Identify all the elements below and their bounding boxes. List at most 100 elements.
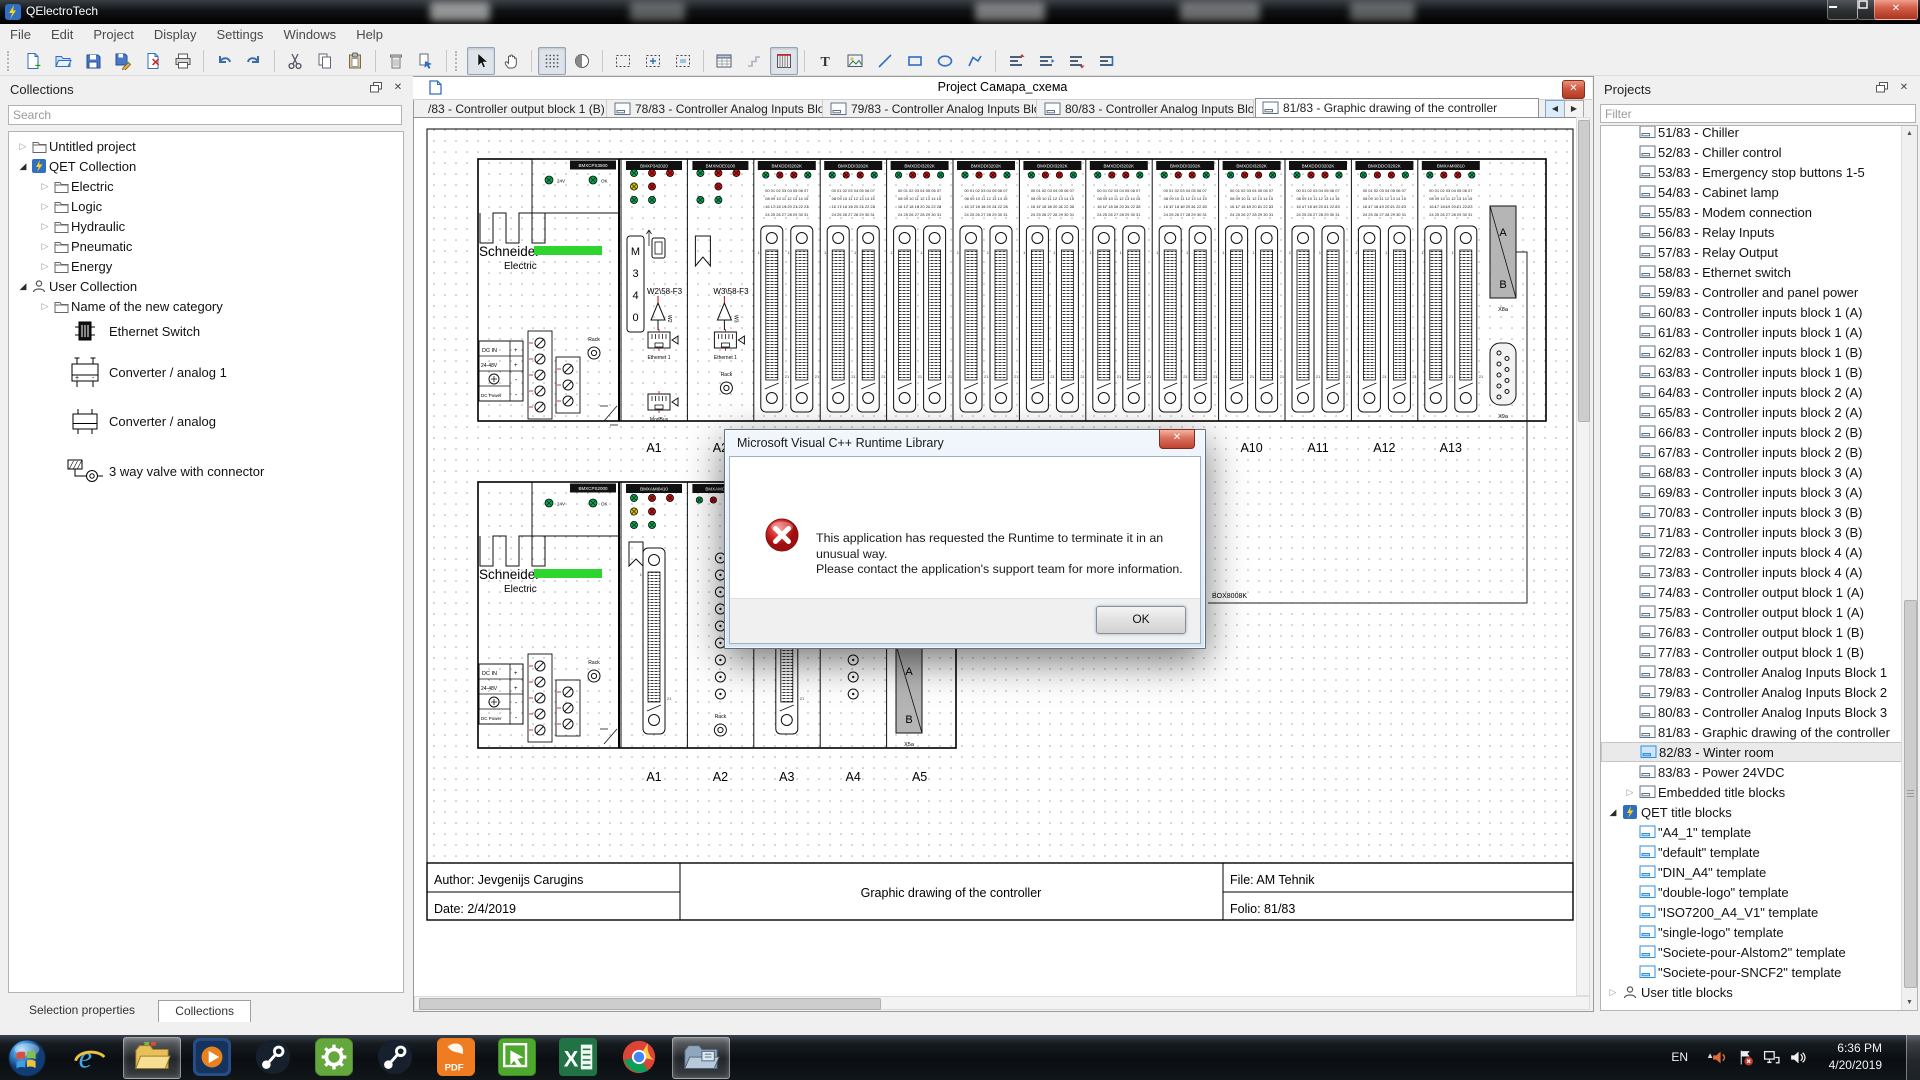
taskbar-steam-2[interactable] xyxy=(367,1037,423,1077)
distribute-button[interactable] xyxy=(1092,47,1120,75)
projects-scroll-thumb[interactable] xyxy=(1904,600,1917,988)
projects-list-item[interactable]: "single-logo" template xyxy=(1601,922,1918,942)
projects-list-item[interactable]: "DIN_A4" template xyxy=(1601,862,1918,882)
projects-list-item[interactable]: "double-logo" template xyxy=(1601,882,1918,902)
collections-tree-item[interactable]: 3 way valve with connector xyxy=(9,444,404,498)
projects-list-item[interactable]: 81/83 - Graphic drawing of the controlle… xyxy=(1601,722,1918,742)
filter-input[interactable] xyxy=(1600,104,1916,123)
expander-icon[interactable]: ▷ xyxy=(1624,787,1636,798)
close-panel-icon[interactable]: ✕ xyxy=(1896,81,1912,95)
taskbar-qelectrotech-window[interactable] xyxy=(672,1037,730,1079)
collections-tree-item[interactable]: Converter / analog xyxy=(9,398,404,444)
tab-scroll-left-icon[interactable]: ◀ xyxy=(1545,100,1565,118)
projects-list-item[interactable]: "ISO7200_A4_V1" template xyxy=(1601,902,1918,922)
taskbar-steam[interactable] xyxy=(245,1037,301,1077)
projects-list-item[interactable]: 80/83 - Controller Analog Inputs Block 3 xyxy=(1601,702,1918,722)
new-document-button[interactable]: + xyxy=(19,47,47,75)
menu-edit[interactable]: Edit xyxy=(41,24,83,45)
tab-scroll-right-icon[interactable]: ▶ xyxy=(1564,100,1584,118)
add-rectangle-button[interactable] xyxy=(901,47,929,75)
taskbar-file-explorer[interactable] xyxy=(123,1037,181,1079)
print-button[interactable] xyxy=(169,47,197,75)
folio-tab[interactable]: 80/83 - Controller Analog Inputs Block 3 xyxy=(1038,100,1254,117)
expander-icon[interactable]: ▷ xyxy=(1607,987,1619,998)
projects-list-item[interactable]: 55/83 - Modem connection xyxy=(1601,202,1918,222)
background-toggle-button[interactable] xyxy=(568,47,596,75)
copy-button[interactable] xyxy=(311,47,339,75)
projects-list-item[interactable]: 53/83 - Emergency stop buttons 1-5 xyxy=(1601,162,1918,182)
projects-list-item[interactable]: 77/83 - Controller output block 1 (B) xyxy=(1601,642,1918,662)
marquee-select-button[interactable] xyxy=(609,47,637,75)
projects-list-item[interactable]: 68/83 - Controller inputs block 3 (A) xyxy=(1601,462,1918,482)
pan-tool-button[interactable] xyxy=(497,47,525,75)
taskbar-chrome[interactable] xyxy=(611,1037,667,1077)
projects-list-item[interactable]: 71/83 - Controller inputs block 3 (B) xyxy=(1601,522,1918,542)
undo-button[interactable] xyxy=(210,47,238,75)
projects-list-item[interactable]: 60/83 - Controller inputs block 1 (A) xyxy=(1601,302,1918,322)
close-document-button[interactable]: ✕ xyxy=(139,47,167,75)
projects-list-item[interactable]: 78/83 - Controller Analog Inputs Block 1 xyxy=(1601,662,1918,682)
projects-list-item[interactable]: 61/83 - Controller inputs block 1 (A) xyxy=(1601,322,1918,342)
expander-icon[interactable]: ◢ xyxy=(1607,807,1619,818)
projects-list-item[interactable]: 74/83 - Controller output block 1 (A) xyxy=(1601,582,1918,602)
projects-list-item[interactable]: 58/83 - Ethernet switch xyxy=(1601,262,1918,282)
folio-tab[interactable]: 79/83 - Controller Analog Inputs Block 2 xyxy=(824,100,1037,117)
projects-list-item[interactable]: 51/83 - Chiller xyxy=(1601,125,1918,142)
canvas-hscrollbar[interactable] xyxy=(414,996,1590,1010)
minimize-button[interactable] xyxy=(1827,0,1858,20)
float-panel-icon[interactable] xyxy=(1876,82,1892,96)
projects-list-item[interactable]: "A4_1" template xyxy=(1601,822,1918,842)
conductor-tool-button[interactable] xyxy=(740,47,768,75)
projects-list-item[interactable]: 63/83 - Controller inputs block 1 (B) xyxy=(1601,362,1918,382)
expander-icon[interactable]: ▷ xyxy=(39,301,51,312)
projects-list-item[interactable]: 54/83 - Cabinet lamp xyxy=(1601,182,1918,202)
taskbar-excel[interactable]: X xyxy=(550,1037,606,1077)
menu-file[interactable]: File xyxy=(0,24,41,45)
projects-list-item[interactable]: 65/83 - Controller inputs block 2 (A) xyxy=(1601,402,1918,422)
menu-help[interactable]: Help xyxy=(346,24,393,45)
projects-list-item[interactable]: 67/83 - Controller inputs block 2 (B) xyxy=(1601,442,1918,462)
save-button[interactable] xyxy=(79,47,107,75)
paste-special-button[interactable] xyxy=(412,47,440,75)
taskbar-foxit-pdf[interactable]: PDF xyxy=(428,1037,484,1077)
language-indicator[interactable]: EN xyxy=(1671,1050,1688,1064)
network-icon[interactable] xyxy=(1763,1049,1780,1066)
canvas-hscroll-thumb[interactable] xyxy=(419,998,881,1010)
show-desktop-button[interactable] xyxy=(1906,1035,1920,1080)
menu-display[interactable]: Display xyxy=(144,24,207,45)
save-as-button[interactable] xyxy=(109,47,137,75)
add-ellipse-button[interactable] xyxy=(931,47,959,75)
paste-button[interactable] xyxy=(341,47,369,75)
folio-table-button[interactable] xyxy=(710,47,738,75)
dialog-close-icon[interactable]: ✕ xyxy=(1159,429,1195,449)
open-document-button[interactable] xyxy=(49,47,77,75)
redo-button[interactable] xyxy=(240,47,268,75)
projects-list-item[interactable]: 72/83 - Controller inputs block 4 (A) xyxy=(1601,542,1918,562)
close-button[interactable]: ✕ xyxy=(1874,0,1918,20)
projects-list-item[interactable]: 62/83 - Controller inputs block 1 (B) xyxy=(1601,342,1918,362)
expander-icon[interactable]: ▷ xyxy=(39,201,51,212)
projects-list-item[interactable]: 70/83 - Controller inputs block 3 (B) xyxy=(1601,502,1918,522)
align-top-button[interactable] xyxy=(1002,47,1030,75)
projects-list-item[interactable]: 76/83 - Controller output block 1 (B) xyxy=(1601,622,1918,642)
taskbar-greenshot[interactable] xyxy=(489,1037,545,1077)
taskbar-media-player[interactable] xyxy=(184,1037,240,1077)
projects-list-item[interactable]: 52/83 - Chiller control xyxy=(1601,142,1918,162)
toolbar-handle[interactable] xyxy=(7,51,12,71)
canvas-vscroll-thumb[interactable] xyxy=(1578,120,1590,422)
taskbar-internet-explorer[interactable]: e xyxy=(62,1037,118,1077)
collections-tree-item[interactable]: ◢User Collection xyxy=(9,276,404,296)
projects-list-item[interactable]: 75/83 - Controller output block 1 (A) xyxy=(1601,602,1918,622)
projects-list-item[interactable]: 57/83 - Relay Output xyxy=(1601,242,1918,262)
projects-list-item[interactable]: ▷User title blocks xyxy=(1601,982,1918,1002)
action-center-icon[interactable] xyxy=(1737,1049,1754,1066)
clock-time[interactable]: 6:36 PM xyxy=(1812,1041,1882,1055)
projects-list-item[interactable]: 79/83 - Controller Analog Inputs Block 2 xyxy=(1601,682,1918,702)
collections-tree-item[interactable]: ▷Logic xyxy=(9,196,404,216)
dock-tab-selection-properties[interactable]: Selection properties xyxy=(8,1000,156,1021)
menu-windows[interactable]: Windows xyxy=(273,24,346,45)
align-bottom-button[interactable] xyxy=(1062,47,1090,75)
scroll-down-icon[interactable]: ▼ xyxy=(1902,995,1917,1010)
taskbar-settings-gear[interactable] xyxy=(306,1037,362,1077)
projects-list-item[interactable]: 56/83 - Relay Inputs xyxy=(1601,222,1918,242)
